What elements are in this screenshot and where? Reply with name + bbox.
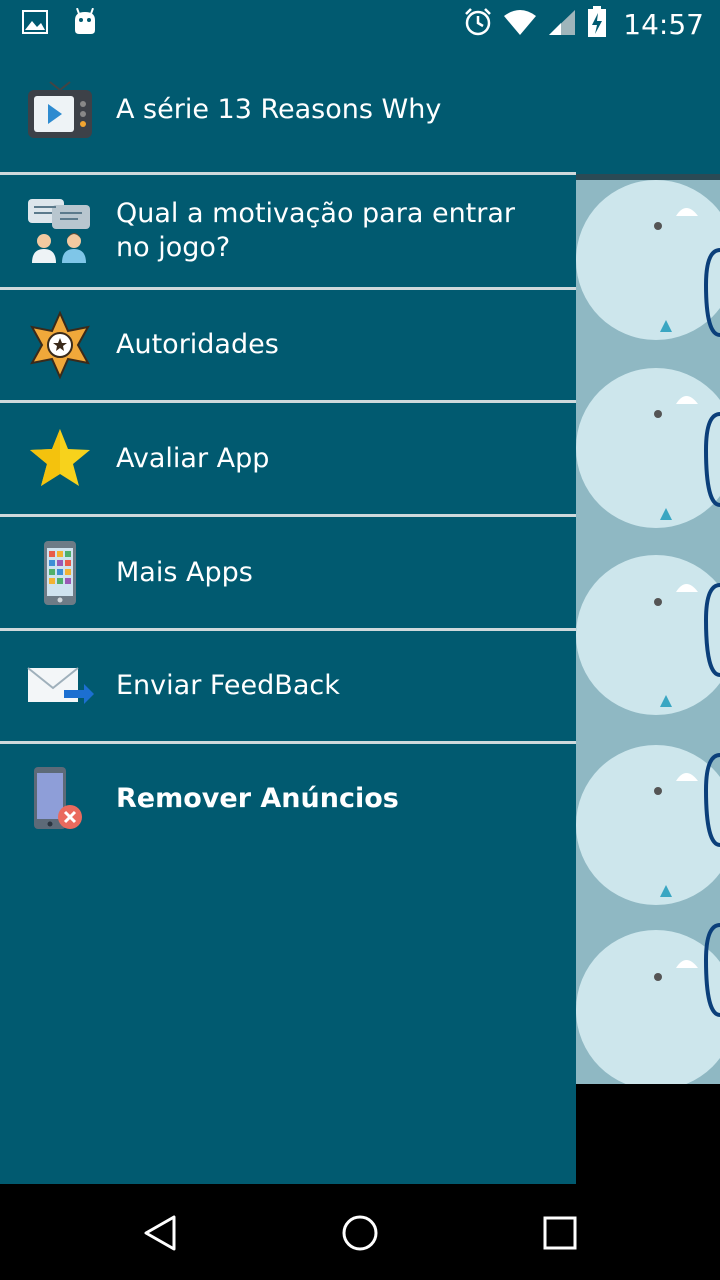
menu-item-label: Mais Apps bbox=[116, 556, 253, 588]
menu-item-label: Avaliar App bbox=[116, 442, 270, 474]
navigation-drawer: A série 13 Reasons Why Qual a motivação … bbox=[0, 48, 576, 1184]
menu-item-motivacao[interactable]: Qual a motivação para entrar no jogo? bbox=[0, 175, 576, 287]
status-bar: 14:57 bbox=[0, 0, 720, 48]
status-time: 14:57 bbox=[623, 7, 704, 41]
recents-button[interactable] bbox=[535, 1208, 585, 1258]
wifi-icon bbox=[503, 8, 537, 40]
menu-item-mais-apps[interactable]: Mais Apps bbox=[0, 517, 576, 628]
phone-apps-icon bbox=[26, 539, 94, 607]
app-toolbar bbox=[576, 48, 720, 174]
signal-icon bbox=[547, 8, 577, 40]
tv-play-icon bbox=[26, 76, 94, 144]
menu-item-avaliar[interactable]: Avaliar App bbox=[0, 403, 576, 514]
chat-people-icon bbox=[26, 197, 94, 265]
menu-item-remover-anuncios[interactable]: Remover Anúncios bbox=[0, 744, 576, 854]
image-icon bbox=[22, 9, 48, 39]
menu-item-label: Qual a motivação para entrar no jogo? bbox=[116, 198, 516, 263]
menu-item-label: Autoridades bbox=[116, 329, 279, 360]
menu-item-label: Enviar FeedBack bbox=[116, 670, 340, 701]
home-button[interactable] bbox=[335, 1208, 385, 1258]
star-icon bbox=[26, 425, 94, 493]
battery-charging-icon bbox=[587, 6, 607, 42]
whale-pattern-background bbox=[576, 180, 720, 1084]
system-nav-bar bbox=[0, 1184, 720, 1280]
menu-item-label: Remover Anúncios bbox=[116, 783, 399, 814]
phone-remove-icon bbox=[26, 765, 94, 833]
menu-item-serie[interactable]: A série 13 Reasons Why bbox=[0, 48, 576, 172]
menu-item-autoridades[interactable]: Autoridades bbox=[0, 290, 576, 400]
menu-item-label: A série 13 Reasons Why bbox=[116, 94, 442, 125]
back-button[interactable] bbox=[135, 1208, 185, 1258]
sheriff-star-icon bbox=[26, 311, 94, 379]
android-icon bbox=[72, 7, 98, 40]
alarm-icon bbox=[463, 7, 493, 41]
mail-send-icon bbox=[26, 652, 94, 720]
menu-item-feedback[interactable]: Enviar FeedBack bbox=[0, 631, 576, 741]
